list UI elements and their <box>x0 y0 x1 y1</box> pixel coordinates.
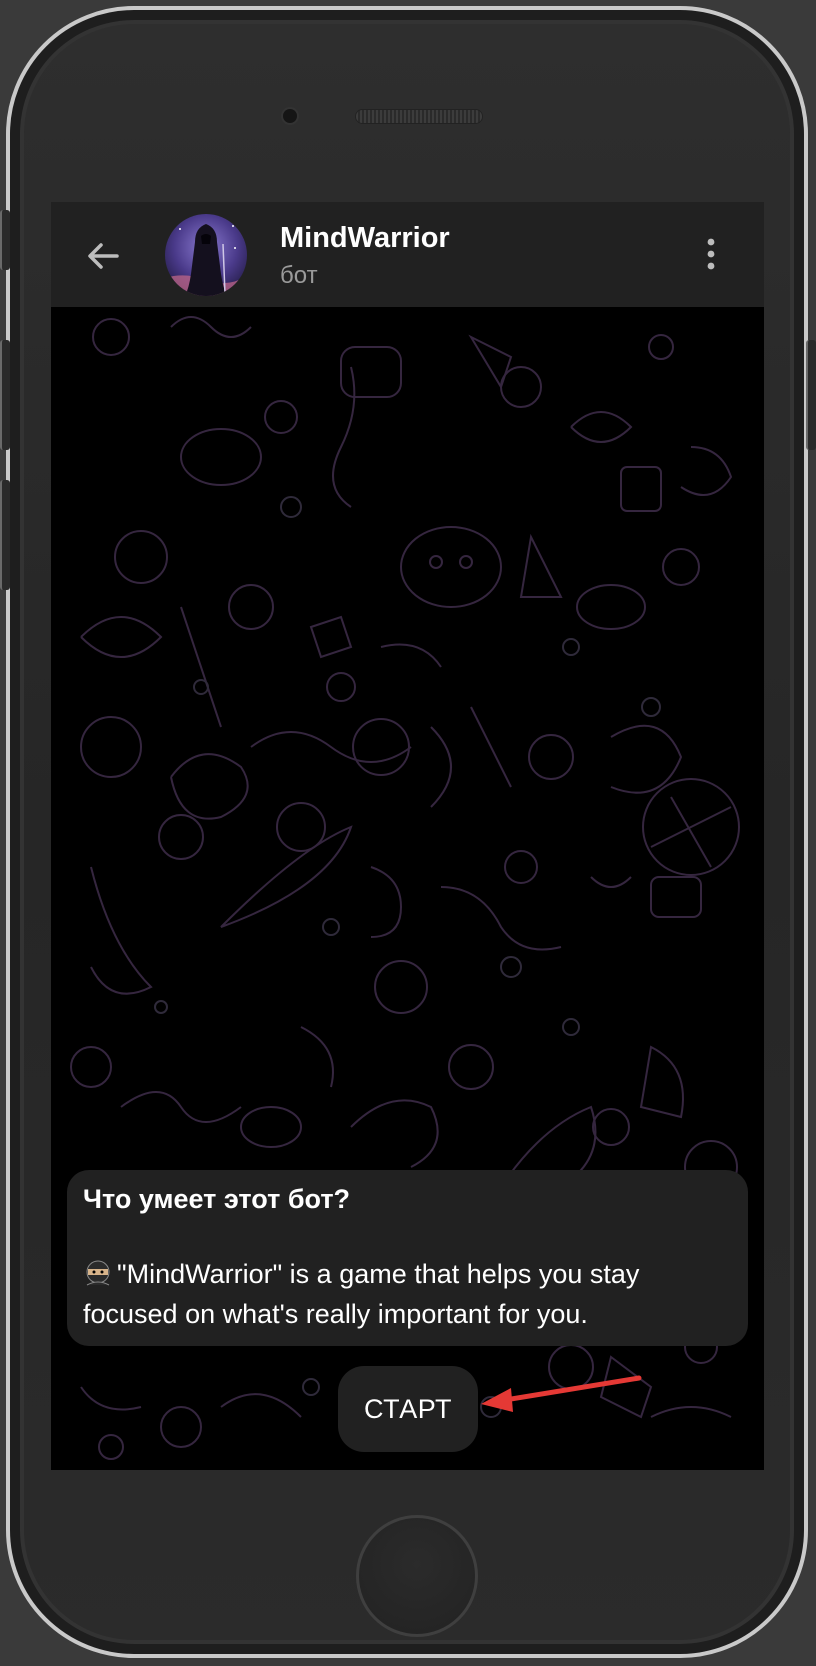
bot-avatar[interactable] <box>165 214 247 296</box>
hooded-warrior-avatar-icon <box>165 214 247 296</box>
side-button <box>0 210 10 270</box>
annotation-arrow-icon <box>481 1375 642 1412</box>
chat-title[interactable]: MindWarrior <box>280 222 450 255</box>
chat-header: MindWarrior бот <box>51 202 764 307</box>
home-button[interactable] <box>356 1515 478 1637</box>
bot-info-heading: Что умеет этот бот? <box>83 1184 351 1214</box>
bot-info-description: "MindWarrior" is a game that helps you s… <box>83 1259 640 1329</box>
arrow-left-icon[interactable] <box>85 238 121 274</box>
side-button <box>806 340 816 450</box>
front-camera <box>283 109 297 123</box>
telegram-screen: MindWarrior бот Что умеет этот бот? "Min… <box>51 202 764 1470</box>
side-button <box>0 480 10 590</box>
side-button <box>0 340 10 450</box>
ninja-icon <box>86 1260 110 1286</box>
bot-info-description-block: "MindWarrior" is a game that helps you s… <box>83 1254 732 1334</box>
earpiece-speaker <box>356 110 482 123</box>
more-vertical-icon[interactable] <box>701 234 721 274</box>
bot-info-card: Что умеет этот бот? "MindWarrior" is a g… <box>67 1170 748 1346</box>
chat-subtitle: бот <box>280 262 318 289</box>
start-button[interactable]: СТАРТ <box>338 1366 478 1452</box>
